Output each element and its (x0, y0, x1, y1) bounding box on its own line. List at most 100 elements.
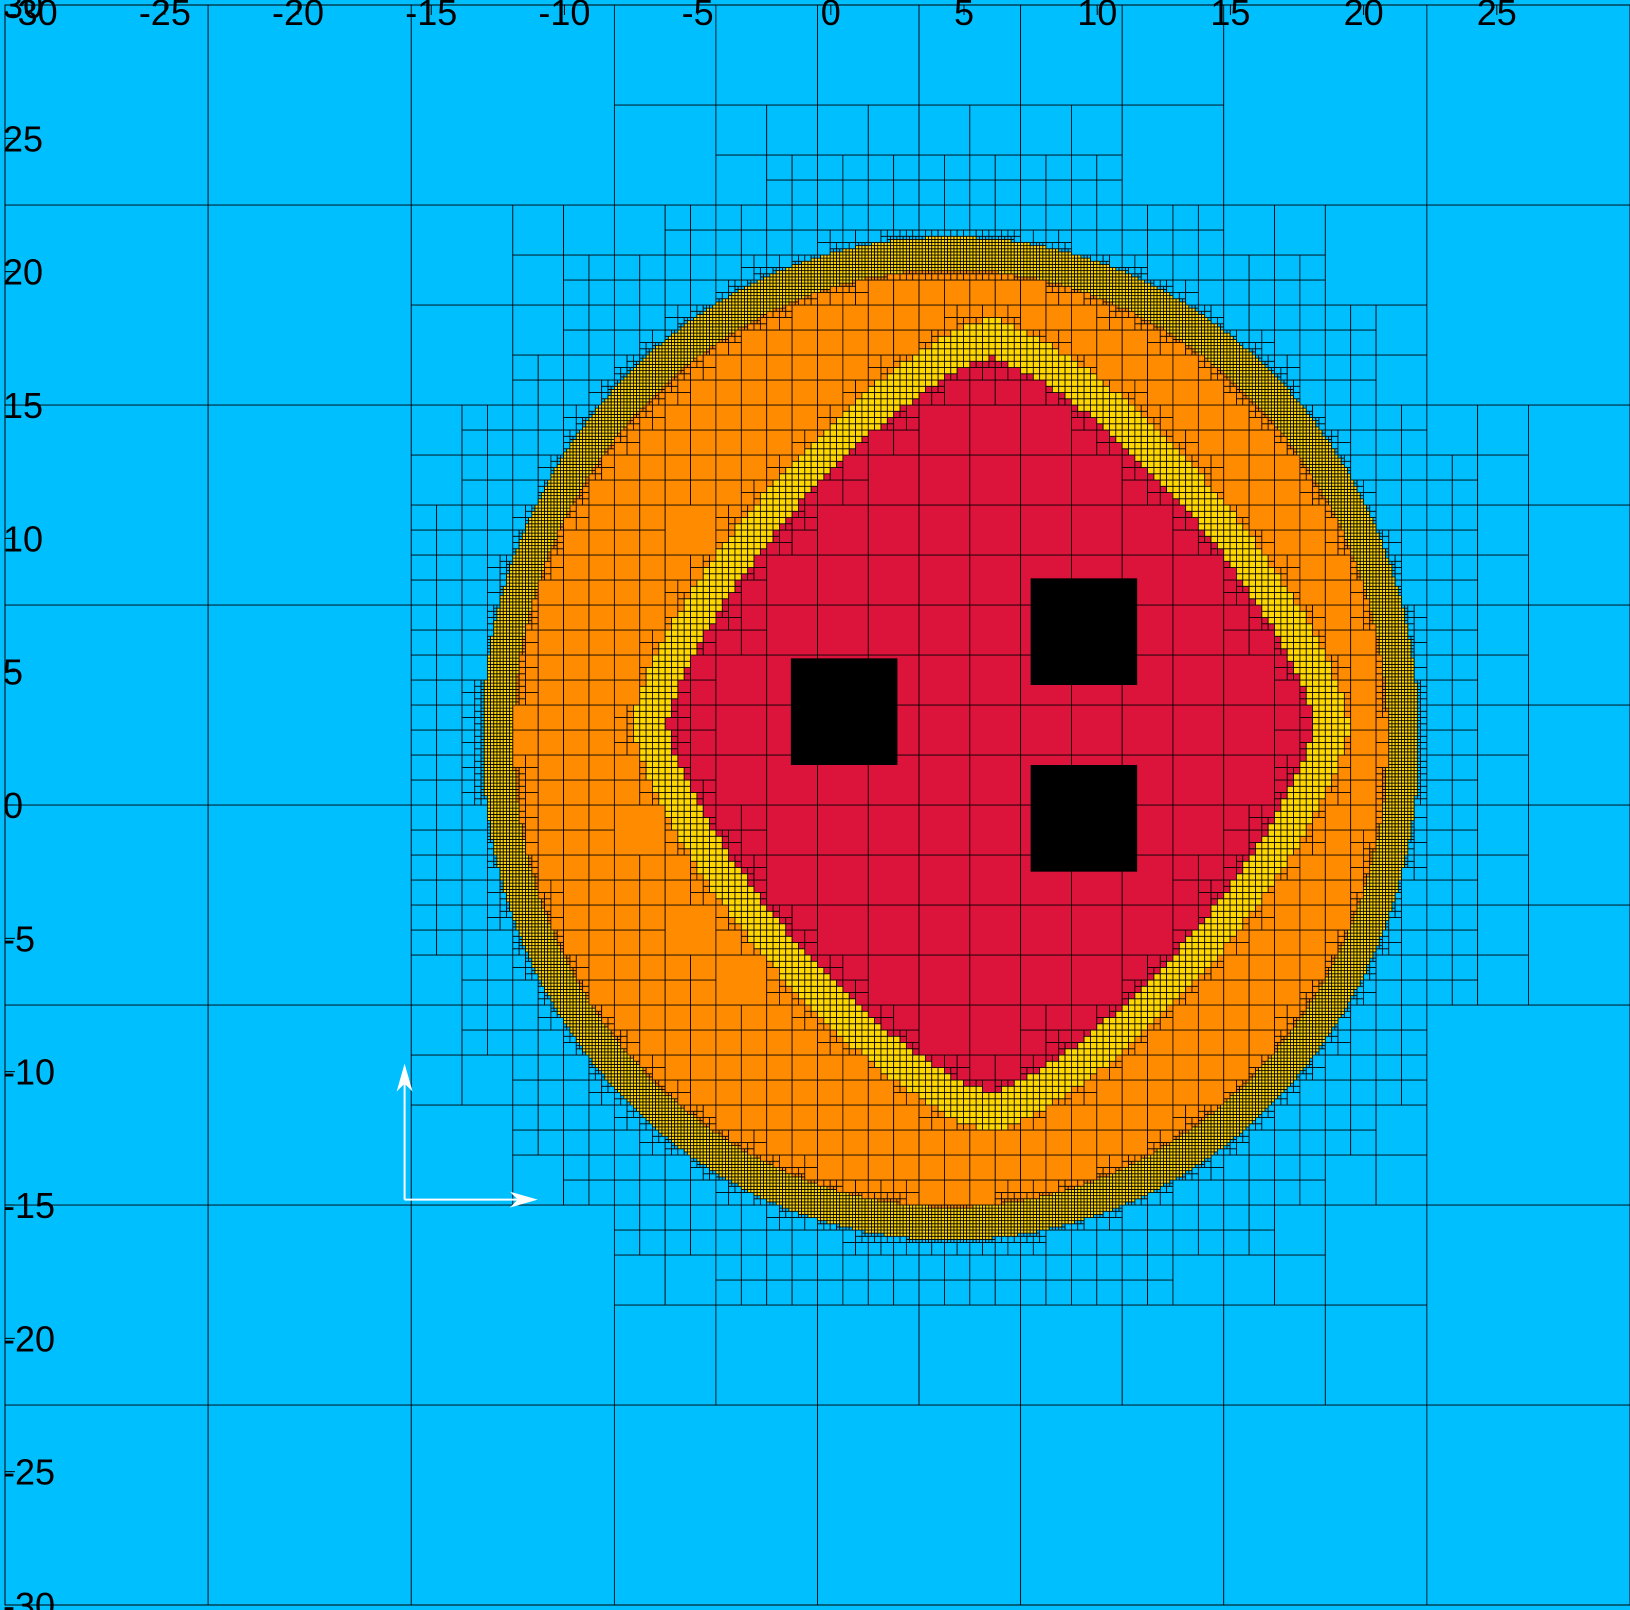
mesh-cell (512, 901, 517, 906)
mesh-cell (544, 979, 549, 984)
mesh-cell (1112, 1198, 1117, 1203)
mesh-cell (677, 829, 685, 837)
mesh-cell (861, 1207, 866, 1212)
mesh-cell (779, 942, 787, 950)
mesh-cell (515, 913, 520, 918)
mesh-cell (487, 807, 491, 812)
mesh-cell (969, 1242, 983, 1256)
mesh-cell (731, 1154, 736, 1159)
mesh-cell (1074, 1185, 1079, 1190)
mesh-cell (1172, 1254, 1225, 1306)
mesh-cell (1140, 1195, 1145, 1200)
mesh-cell (1109, 1179, 1114, 1184)
mesh-cell (1048, 1207, 1053, 1212)
mesh-cell (890, 1207, 895, 1212)
mesh-cell (1023, 1201, 1028, 1206)
mesh-cell (1178, 1145, 1183, 1150)
mesh-cell (525, 895, 530, 900)
mesh-cell (658, 1117, 663, 1122)
mesh-cell (696, 823, 704, 831)
mesh-cell (664, 1132, 669, 1137)
mesh-cell (788, 1179, 793, 1184)
mesh-cell (1220, 1138, 1225, 1143)
mesh-cell (1023, 1229, 1028, 1234)
mesh-cell (613, 1088, 618, 1093)
mesh-cell (909, 1229, 914, 1234)
mesh-cell (667, 1129, 672, 1134)
mesh-cell (436, 804, 463, 831)
mesh-cell (487, 817, 491, 822)
mesh-cell (540, 929, 545, 934)
mesh-cell (740, 898, 749, 906)
mesh-cell (1007, 1123, 1015, 1131)
mesh-cell (718, 1163, 723, 1168)
mesh-cell (1013, 1123, 1022, 1131)
mesh-cell (709, 829, 717, 837)
mesh-cell (1220, 1126, 1225, 1131)
mesh-cell (569, 985, 574, 990)
mesh-cell (785, 1167, 793, 1175)
mesh-cell (1134, 1163, 1139, 1168)
mesh-cell (988, 1226, 993, 1231)
mesh-cell (883, 1232, 888, 1237)
mesh-cell (515, 832, 520, 837)
mesh-cell (779, 979, 787, 987)
mesh-cell (499, 863, 504, 868)
mesh-cell (1017, 1226, 1022, 1231)
mesh-cell (702, 1163, 707, 1168)
mesh-cell (1020, 1092, 1028, 1100)
mesh-cell (1039, 1223, 1044, 1228)
mesh-cell (791, 1029, 818, 1056)
mesh-cell (1175, 1138, 1180, 1143)
mesh-cell (963, 1217, 968, 1222)
mesh-cell (715, 848, 723, 856)
mesh-cell (648, 1095, 653, 1100)
mesh-cell (1058, 1179, 1066, 1187)
mesh-cell (683, 804, 691, 812)
mesh-cell (560, 1001, 564, 1006)
mesh-cell (1124, 1188, 1129, 1193)
mesh-cell (575, 1020, 580, 1025)
mesh-cell (912, 1238, 917, 1243)
mesh-cell (642, 1067, 647, 1072)
mesh-cell (553, 1007, 558, 1012)
mesh-cell (1013, 1229, 1018, 1234)
mesh-cell (1159, 1179, 1164, 1184)
mesh-cell (566, 967, 571, 972)
mesh-cell (817, 1017, 825, 1025)
mesh-cell (569, 1013, 574, 1018)
mesh-cell (490, 832, 495, 837)
mesh-cell (832, 1188, 837, 1193)
mesh-cell (921, 1207, 926, 1212)
mesh-cell (601, 1017, 609, 1025)
mesh-cell (893, 1073, 901, 1081)
mesh-cell (1042, 1213, 1047, 1218)
mesh-cell (1090, 1060, 1098, 1068)
mesh-cell (4, 1004, 209, 1206)
mesh-cell (756, 1160, 761, 1165)
mesh-cell (639, 1085, 644, 1090)
mesh-cell (779, 1182, 783, 1187)
mesh-cell (575, 1010, 580, 1015)
mesh-cell (531, 867, 539, 875)
mesh-cell (902, 1220, 907, 1225)
mesh-cell (744, 1154, 749, 1159)
mesh-cell (801, 1182, 806, 1187)
mesh-cell (512, 832, 517, 837)
mesh-cell (667, 1101, 672, 1106)
mesh-cell (525, 926, 530, 931)
mesh-cell (855, 1201, 860, 1206)
mesh-cell (858, 1213, 863, 1218)
mesh-cell (709, 823, 717, 831)
mesh-cell (1071, 1073, 1079, 1081)
mesh-cell (1163, 1142, 1168, 1147)
mesh-cell (798, 1167, 806, 1175)
mesh-cell (766, 992, 780, 1006)
mesh-cell (975, 1217, 980, 1222)
mesh-cell (1131, 1185, 1136, 1190)
mesh-cell (728, 873, 736, 881)
mesh-cell (1039, 1201, 1044, 1206)
mesh-cell (1175, 1157, 1180, 1162)
mesh-cell (1163, 1167, 1168, 1172)
mesh-cell (591, 1035, 596, 1040)
